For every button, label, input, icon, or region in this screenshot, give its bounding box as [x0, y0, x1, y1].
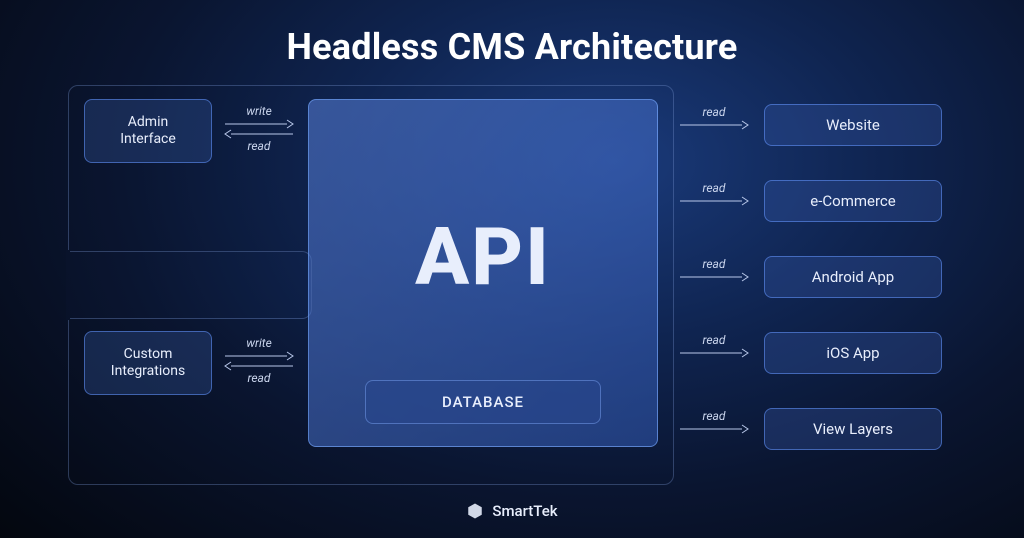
arrow-right-icon	[678, 348, 750, 358]
api-box: API DATABASE	[308, 99, 658, 447]
write-label: write	[246, 104, 272, 118]
consumer-website: Website	[764, 104, 942, 146]
arrow-left-icon	[223, 361, 295, 371]
read-label: read	[703, 409, 726, 423]
consumer-label: iOS App	[826, 344, 879, 362]
arrow-right-icon	[678, 120, 750, 130]
admin-label: Admin Interface	[120, 114, 176, 149]
read-label: read	[248, 371, 271, 385]
arrow-left-icon	[223, 129, 295, 139]
consumer-label: e-Commerce	[810, 192, 895, 210]
cube-icon	[466, 502, 484, 520]
brand-logo: SmartTek	[0, 502, 1024, 520]
read-label: read	[703, 181, 726, 195]
read-label: read	[248, 139, 271, 153]
read-label: read	[703, 333, 726, 347]
database-box: DATABASE	[365, 380, 601, 424]
custom-integrations-box: Custom Integrations	[84, 331, 212, 395]
read-arrow: read	[676, 409, 752, 434]
consumer-label: Website	[826, 116, 880, 134]
api-label: API	[309, 210, 657, 304]
read-arrow: read	[676, 333, 752, 358]
database-label: DATABASE	[442, 393, 524, 411]
frame-notch	[68, 251, 312, 319]
arrow-right-icon	[223, 351, 295, 361]
consumer-ios: iOS App	[764, 332, 942, 374]
consumer-ecommerce: e-Commerce	[764, 180, 942, 222]
arrow-right-icon	[678, 196, 750, 206]
admin-interface-box: Admin Interface	[84, 99, 212, 163]
read-label: read	[703, 105, 726, 119]
admin-api-arrows: write read	[222, 104, 296, 154]
read-arrow: read	[676, 181, 752, 206]
read-label: read	[703, 257, 726, 271]
custom-api-arrows: write read	[222, 336, 296, 386]
brand-name: SmartTek	[492, 502, 557, 520]
arrow-right-icon	[223, 119, 295, 129]
diagram-title: Headless CMS Architecture	[0, 26, 1024, 68]
arrow-right-icon	[678, 272, 750, 282]
arrow-right-icon	[678, 424, 750, 434]
read-arrow: read	[676, 105, 752, 130]
consumer-viewlayers: View Layers	[764, 408, 942, 450]
consumer-android: Android App	[764, 256, 942, 298]
custom-label: Custom Integrations	[111, 346, 185, 381]
write-label: write	[246, 336, 272, 350]
consumer-label: View Layers	[813, 420, 893, 438]
read-arrow: read	[676, 257, 752, 282]
consumer-label: Android App	[812, 268, 894, 286]
